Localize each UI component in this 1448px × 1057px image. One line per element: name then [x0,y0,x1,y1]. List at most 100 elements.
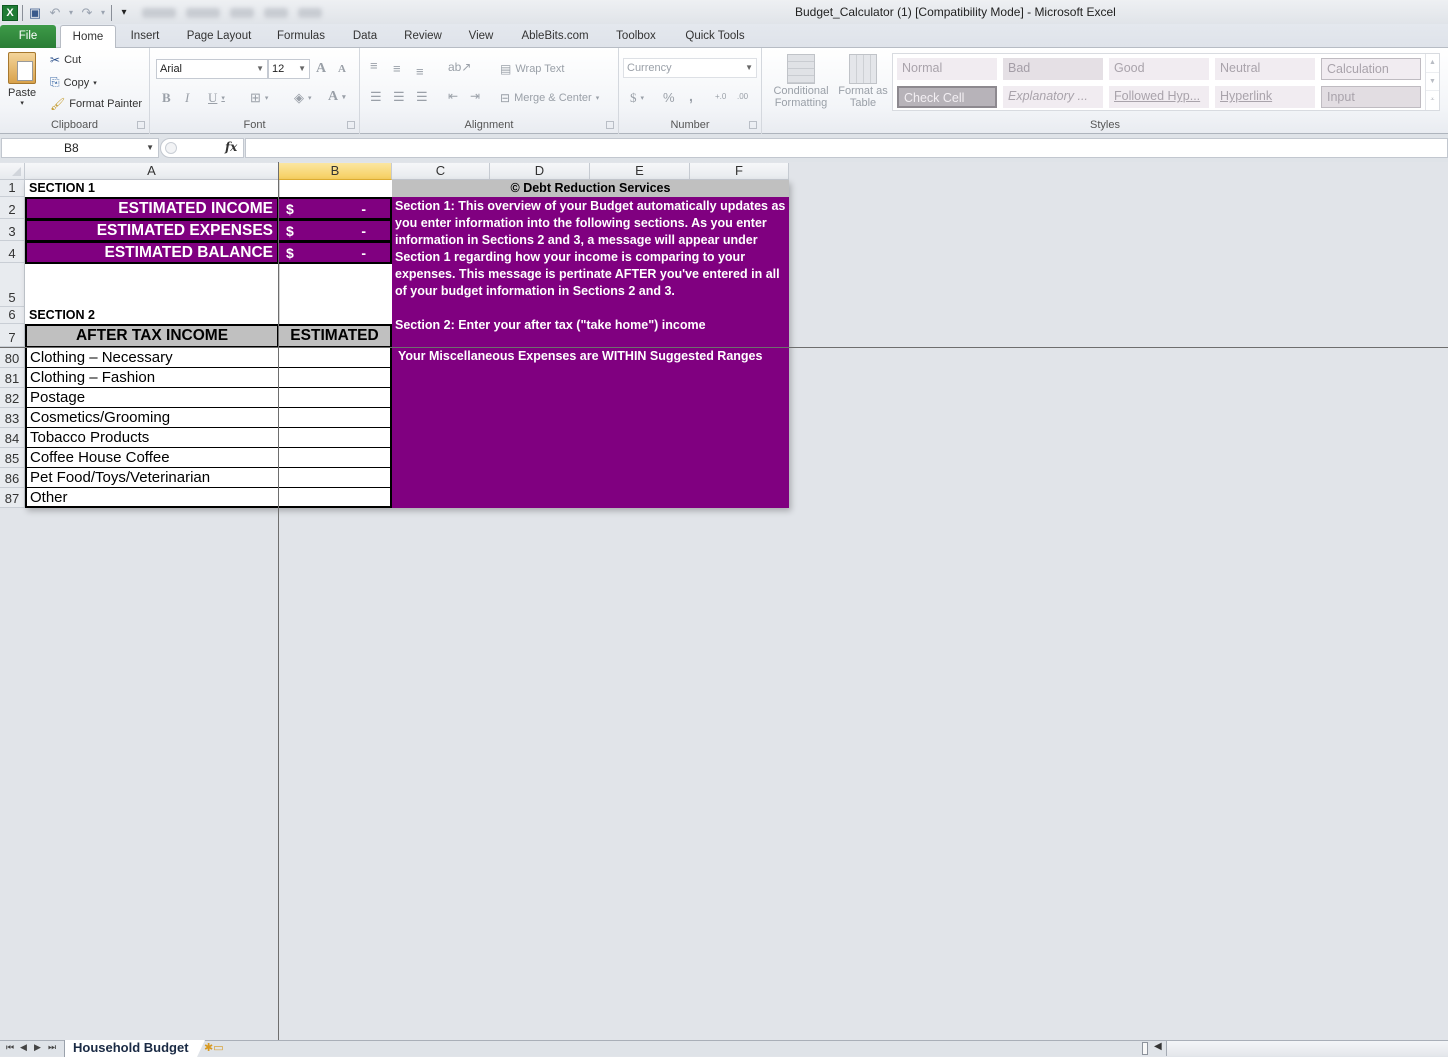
message-panel[interactable]: Your Miscellaneous Expenses are WITHIN S… [392,348,789,508]
last-sheet-icon[interactable]: ⏭ [48,1042,56,1053]
tab-quick-tools[interactable]: Quick Tools [676,24,754,48]
row-header[interactable]: 3 [0,219,25,241]
orientation-button[interactable]: ab↗ [448,60,471,74]
section2-label[interactable]: SECTION 2 [25,307,279,324]
style-bad[interactable]: Bad [1003,58,1103,80]
tab-formulas[interactable]: Formulas [270,24,332,48]
font-size-combo[interactable]: 12 ▼ [268,59,310,79]
percent-button[interactable]: % [663,90,675,105]
row-header[interactable]: 81 [0,368,25,388]
clipboard-dialog-launcher[interactable] [137,121,145,129]
cut-button[interactable]: ✂ Cut [50,53,81,67]
bold-button[interactable]: B [162,90,171,106]
estimated-balance-label[interactable]: ESTIMATED BALANCE [25,241,279,264]
table-row-label[interactable]: Clothing – Necessary [25,348,279,368]
column-header-f[interactable]: F [690,163,789,180]
column-header-a[interactable]: A [25,163,279,180]
first-sheet-icon[interactable]: ⏮ [6,1042,14,1053]
undo-icon[interactable]: ↶ [47,5,63,21]
tab-toolbox[interactable]: Toolbox [608,24,664,48]
align-center-button[interactable]: ☰ [393,89,405,105]
tab-review[interactable]: Review [398,24,448,48]
copyright-header[interactable]: © Debt Reduction Services [392,180,789,197]
row-header[interactable]: 83 [0,408,25,428]
increase-decimal-button[interactable]: +.0 [715,92,726,101]
prev-sheet-icon[interactable]: ◀ [20,1042,27,1053]
table-row-value[interactable] [279,388,392,408]
style-good[interactable]: Good [1109,58,1209,80]
currency-button[interactable]: $ ▾ [630,90,644,106]
style-neutral[interactable]: Neutral [1215,58,1315,80]
cell-b5[interactable] [279,264,392,324]
comma-button[interactable]: , [689,88,693,104]
number-format-combo[interactable]: Currency ▼ [623,58,757,78]
format-as-table-button[interactable]: Format as Table [838,54,888,109]
next-sheet-icon[interactable]: ▶ [34,1042,41,1053]
instructions-panel[interactable]: Section 1: This overview of your Budget … [392,197,789,347]
underline-button[interactable]: U ▾ [208,90,225,106]
table-row-label[interactable]: Other [25,488,279,508]
row-header[interactable]: 80 [0,348,25,368]
align-right-button[interactable]: ☰ [416,89,428,105]
tab-page-layout[interactable]: Page Layout [180,24,258,48]
table-row-value[interactable] [279,368,392,388]
tab-insert[interactable]: Insert [122,24,168,48]
borders-button[interactable]: ⊞ ▾ [250,90,268,106]
estimated-expenses-value[interactable]: $ - [279,219,392,242]
insert-worksheet-icon[interactable]: ✱▭ [204,1041,224,1054]
row-header[interactable]: 86 [0,468,25,488]
row-header[interactable]: 7 [0,324,25,347]
italic-button[interactable]: I [185,90,189,106]
table-row-label[interactable]: Cosmetics/Grooming [25,408,279,428]
estimated-income-value[interactable]: $ - [279,197,392,220]
table-row-value[interactable] [279,348,392,368]
grow-font-button[interactable]: A [316,61,326,77]
column-header-c[interactable]: C [392,163,490,180]
gallery-scroll-up-icon[interactable]: ▲ [1426,54,1439,73]
section1-label[interactable]: SECTION 1 [25,180,279,197]
wrap-text-button[interactable]: ▤ Wrap Text [500,62,564,76]
align-top-button[interactable]: ≡ [370,58,378,73]
table-row-value[interactable] [279,448,392,468]
tab-home[interactable]: Home [60,25,116,49]
row-header[interactable]: 85 [0,448,25,468]
style-explanatory[interactable]: Explanatory ... [1003,86,1103,108]
font-dialog-launcher[interactable] [347,121,355,129]
after-tax-income-header[interactable]: AFTER TAX INCOME [25,324,279,348]
row-header[interactable]: 87 [0,488,25,508]
tab-split-handle[interactable] [1142,1042,1148,1055]
sheet-tab-household-budget[interactable]: Household Budget [64,1040,205,1057]
excel-icon[interactable]: X [2,5,18,21]
estimated-expenses-label[interactable]: ESTIMATED EXPENSES [25,219,279,242]
style-hyperlink[interactable]: Hyperlink [1215,86,1315,108]
estimated-balance-value[interactable]: $ - [279,241,392,264]
tab-ablebits[interactable]: AbleBits.com [514,24,596,48]
gallery-more-icon[interactable]: ⩡ [1426,91,1439,110]
table-row-label[interactable]: Clothing – Fashion [25,368,279,388]
table-row-label[interactable]: Tobacco Products [25,428,279,448]
align-left-button[interactable]: ☰ [370,89,382,105]
name-box[interactable]: B8 ▼ [1,138,159,158]
decrease-decimal-button[interactable]: .00 [737,92,748,101]
align-middle-button[interactable]: ≡ [393,61,401,76]
horizontal-scrollbar[interactable]: ◀ [1142,1041,1448,1056]
row-header[interactable]: 1 [0,180,25,197]
align-bottom-button[interactable]: ≡ [416,64,424,79]
format-painter-button[interactable]: 🖌 Format Painter [50,97,142,111]
select-all-button[interactable] [0,163,25,180]
formula-bar-resize-handle[interactable] [165,142,177,154]
redo-dropdown-icon[interactable]: ▾ [99,5,107,21]
tab-data[interactable]: Data [344,24,386,48]
font-color-button[interactable]: A ▾ [328,89,346,105]
increase-indent-button[interactable]: ⇥ [470,89,480,103]
cell-b1[interactable] [279,180,392,197]
conditional-formatting-button[interactable]: Conditional Formatting [768,54,834,109]
gallery-scroll-down-icon[interactable]: ▼ [1426,73,1439,92]
column-header-e[interactable]: E [590,163,690,180]
shrink-font-button[interactable]: A [338,63,346,75]
paste-button[interactable]: Paste ▾ [8,52,36,107]
alignment-dialog-launcher[interactable] [606,121,614,129]
copy-button[interactable]: ⎘ Copy ▾ [50,75,97,90]
number-dialog-launcher[interactable] [749,121,757,129]
table-row-value[interactable] [279,488,392,508]
